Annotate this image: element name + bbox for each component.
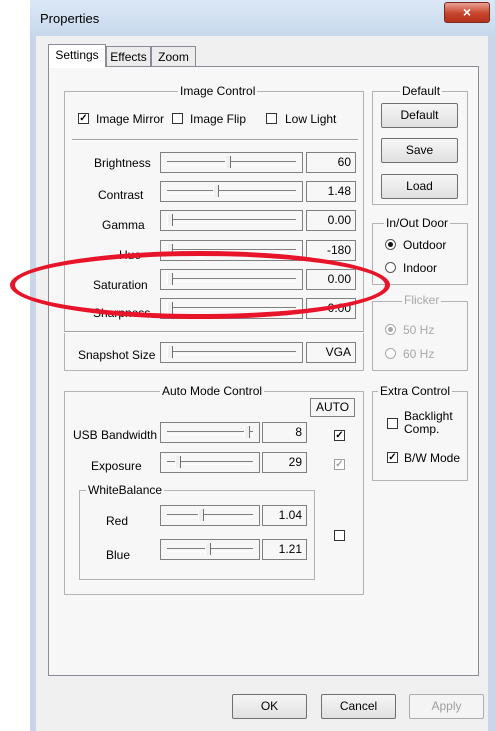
- extra-control-title: Extra Control: [378, 384, 453, 398]
- red-slider[interactable]: [160, 505, 260, 526]
- slider-thumb[interactable]: [244, 426, 250, 438]
- ok-button[interactable]: OK: [232, 694, 307, 719]
- tab-effects[interactable]: Effects: [106, 46, 151, 67]
- blue-label: Blue: [106, 548, 131, 562]
- contrast-label: Contrast: [98, 188, 144, 202]
- slider-thumb[interactable]: [198, 509, 204, 521]
- gamma-value: 0.00: [306, 210, 356, 231]
- 60hz-radio[interactable]: [385, 348, 396, 359]
- backlight-comp-checkbox[interactable]: [387, 418, 398, 429]
- brightness-label: Brightness: [94, 156, 151, 170]
- save-button[interactable]: Save: [381, 138, 458, 163]
- bw-mode-label: B/W Mode: [404, 451, 461, 465]
- close-icon[interactable]: ×: [444, 2, 490, 23]
- image-control-title: Image Control: [178, 84, 258, 98]
- slider-thumb[interactable]: [167, 214, 173, 226]
- auto-header: AUTO: [310, 398, 355, 417]
- usb-bandwidth-value: 8: [262, 422, 307, 443]
- red-value: 1.04: [262, 505, 307, 526]
- white-balance-title: WhiteBalance: [86, 483, 165, 497]
- apply-button[interactable]: Apply: [409, 694, 484, 719]
- slider-track: [167, 351, 296, 355]
- exposure-label: Exposure: [91, 459, 142, 473]
- contrast-value: 1.48: [306, 181, 356, 202]
- contrast-slider[interactable]: [160, 181, 303, 202]
- divider: [72, 139, 358, 141]
- brightness-slider[interactable]: [160, 152, 303, 173]
- slider-track: [167, 161, 296, 165]
- window-title: Properties: [40, 11, 100, 26]
- exposure-auto-checkbox[interactable]: ✓: [334, 459, 345, 470]
- inout-door-title: In/Out Door: [384, 216, 451, 230]
- low-light-label: Low Light: [285, 112, 337, 126]
- divider: [64, 331, 364, 333]
- blue-slider[interactable]: [160, 539, 260, 560]
- tab-zoom[interactable]: Zoom: [151, 46, 196, 67]
- window-right-border: [488, 36, 495, 731]
- default-button[interactable]: Default: [381, 103, 458, 128]
- usb-bandwidth-auto-checkbox[interactable]: ✓: [334, 430, 345, 441]
- tab-settings[interactable]: Settings: [48, 44, 106, 67]
- indoor-label: Indoor: [403, 261, 438, 275]
- slider-thumb[interactable]: [225, 156, 231, 168]
- backlight-comp-label: Backlight Comp.: [404, 409, 453, 436]
- snapshot-size-value: VGA: [306, 342, 356, 363]
- slider-track: [167, 431, 253, 435]
- slider-track: [167, 190, 296, 194]
- low-light-checkbox[interactable]: [266, 113, 277, 124]
- snapshot-size-slider[interactable]: [160, 342, 303, 363]
- gamma-slider[interactable]: [160, 210, 303, 231]
- flicker-title: Flicker: [402, 293, 442, 307]
- usb-bandwidth-slider[interactable]: [160, 422, 260, 443]
- 50hz-radio[interactable]: [385, 324, 396, 335]
- 60hz-label: 60 Hz: [403, 347, 435, 361]
- bw-mode-checkbox[interactable]: ✓: [387, 452, 398, 463]
- brightness-value: 60: [306, 152, 356, 173]
- load-button[interactable]: Load: [381, 174, 458, 199]
- default-group-title: Default: [400, 84, 443, 98]
- red-label: Red: [106, 514, 129, 528]
- image-flip-checkbox[interactable]: [172, 113, 183, 124]
- cancel-button[interactable]: Cancel: [321, 694, 396, 719]
- white-balance-auto-checkbox[interactable]: [334, 530, 345, 541]
- slider-thumb[interactable]: [205, 543, 211, 555]
- auto-mode-control-title: Auto Mode Control: [160, 384, 265, 398]
- outdoor-radio[interactable]: [385, 239, 396, 250]
- title-bar[interactable]: [30, 0, 495, 36]
- slider-thumb[interactable]: [167, 346, 173, 358]
- exposure-value: 29: [262, 452, 307, 473]
- exposure-slider[interactable]: [160, 452, 260, 473]
- snapshot-size-label: Snapshot Size: [78, 348, 156, 362]
- red-annotation-ellipse: [10, 251, 390, 319]
- slider-thumb[interactable]: [175, 456, 181, 468]
- active-tab-joiner: [49, 65, 105, 68]
- slider-thumb[interactable]: [213, 185, 219, 197]
- slider-track: [167, 219, 296, 223]
- usb-bandwidth-label: USB Bandwidth: [73, 428, 158, 442]
- gamma-label: Gamma: [102, 218, 145, 232]
- indoor-radio[interactable]: [385, 262, 396, 273]
- white-balance-group: [79, 490, 315, 580]
- extra-control-group: [372, 391, 468, 481]
- image-flip-label: Image Flip: [190, 112, 247, 126]
- image-mirror-label: Image Mirror: [96, 112, 165, 126]
- inout-door-group: [372, 223, 468, 285]
- slider-track: [167, 514, 253, 518]
- blue-value: 1.21: [262, 539, 307, 560]
- 50hz-label: 50 Hz: [403, 323, 435, 337]
- image-mirror-checkbox[interactable]: ✓: [78, 113, 89, 124]
- outdoor-label: Outdoor: [403, 238, 447, 252]
